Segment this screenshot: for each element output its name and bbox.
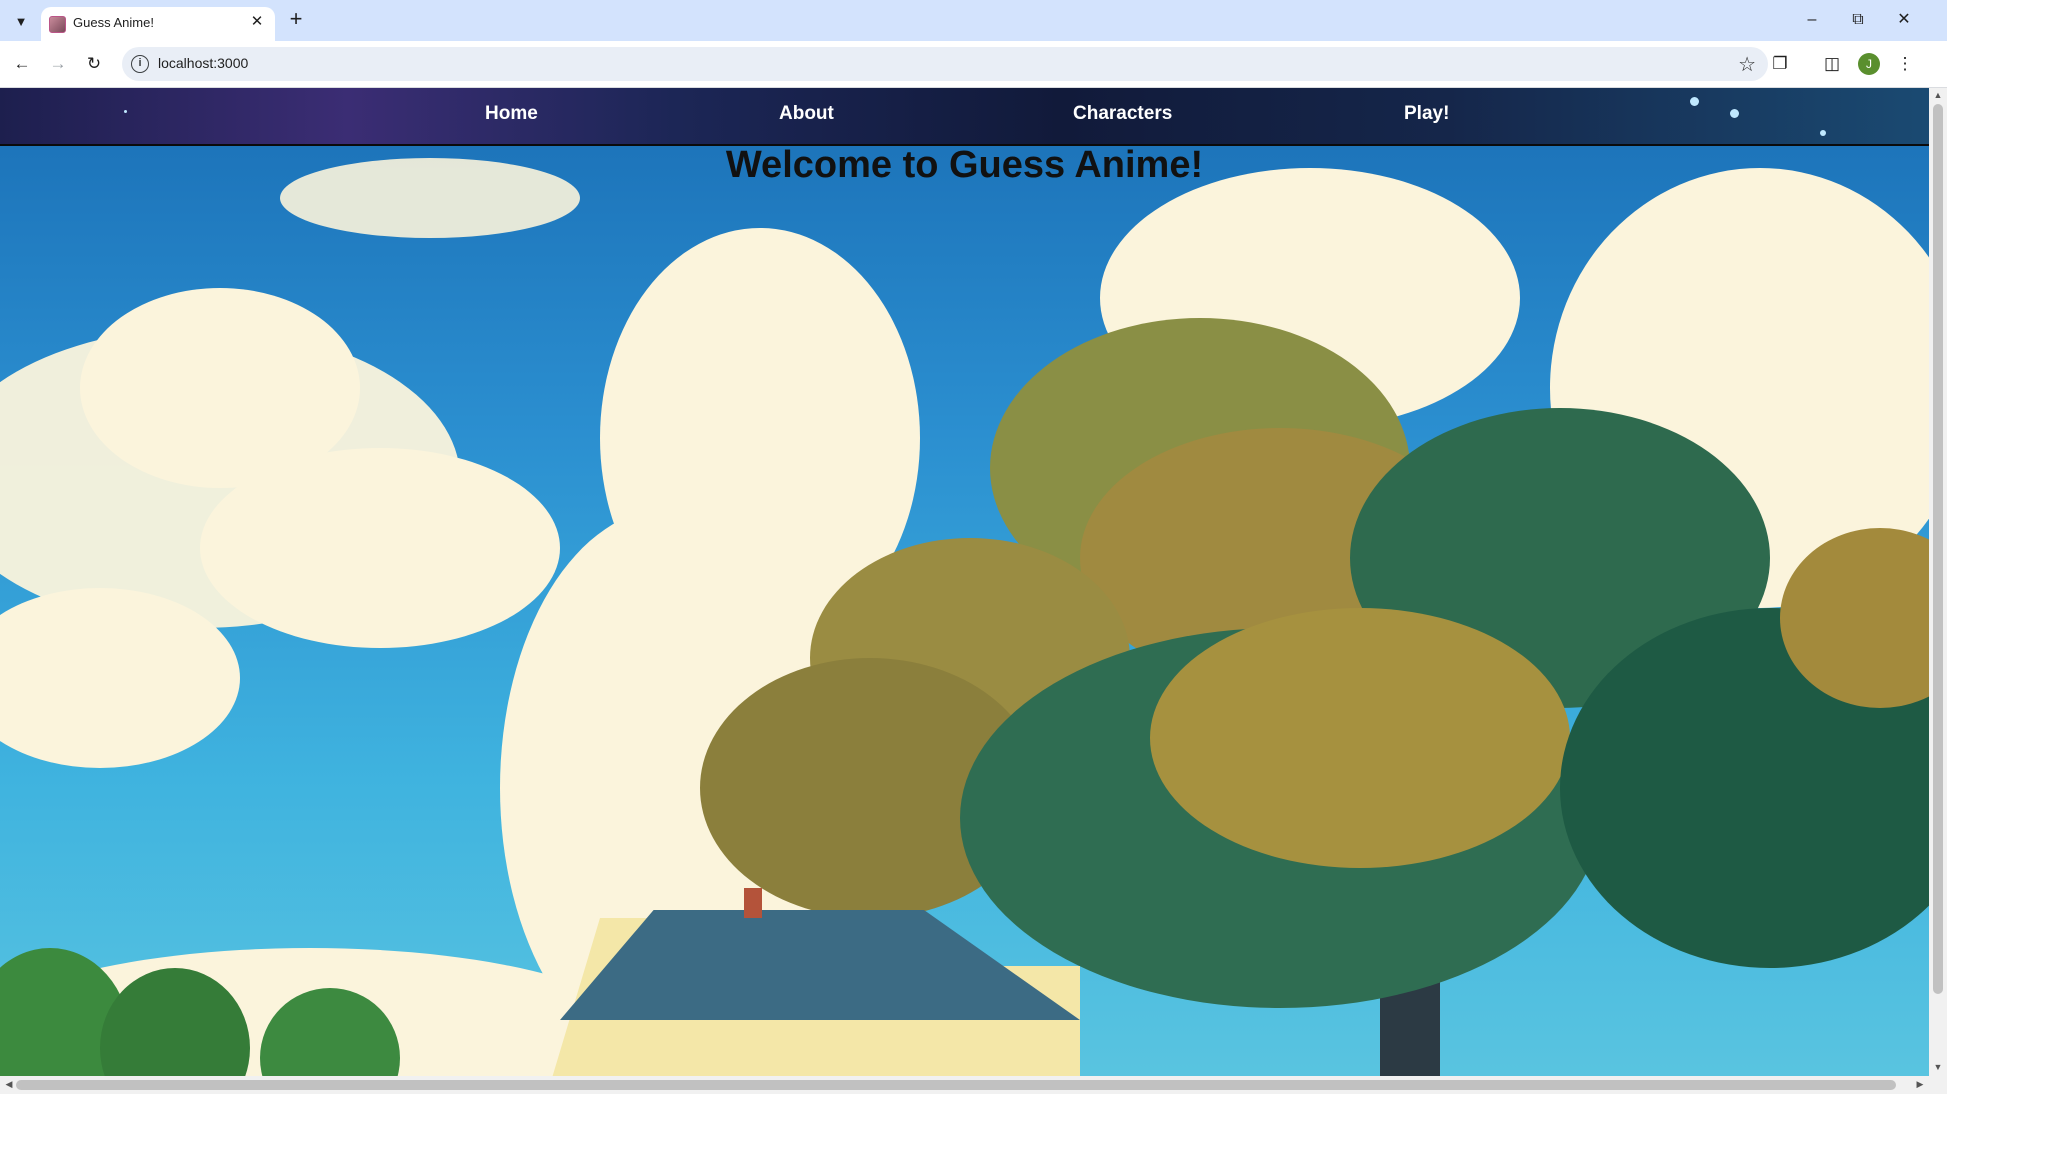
scroll-right-icon[interactable]: ▶ [1911,1079,1929,1090]
avatar[interactable]: J [1858,53,1880,75]
side-panel-icon[interactable]: ◫ [1820,52,1844,76]
tree-foliage [1150,608,1570,868]
nav-home[interactable]: Home [485,103,538,125]
close-icon[interactable]: ✕ [247,12,267,32]
page-viewport: Home About Characters Play! Welcome to G… [0,88,1929,1076]
star-decoration [124,110,127,113]
back-arrow-icon[interactable]: ← [10,52,34,76]
kebab-menu-icon[interactable]: ⋮ [1893,52,1917,76]
star-decoration [1690,97,1699,106]
star-decoration [1730,109,1739,118]
nav-characters[interactable]: Characters [1073,103,1172,125]
browser-toolbar: ← → ↻ i localhost:3000 ☆ ❐ ◫ J ⋮ [0,41,1947,88]
tab-strip: ▼ Guess Anime! ✕ + – ⧉ ✕ [0,0,1947,41]
favicon-icon [49,16,66,33]
nav-play[interactable]: Play! [1404,103,1449,125]
forward-arrow-icon[interactable]: → [46,52,70,76]
vertical-scroll-thumb[interactable] [1933,104,1943,994]
puzzle-icon[interactable]: ❐ [1768,52,1792,76]
browser-window: ▼ Guess Anime! ✕ + – ⧉ ✕ ← → ↻ i localho… [0,0,1947,1094]
scroll-down-icon[interactable]: ▼ [1929,1062,1947,1072]
url-text[interactable]: localhost:3000 [158,55,248,71]
address-bar[interactable]: i localhost:3000 ☆ [122,47,1768,81]
chimney [744,888,762,918]
chevron-down-icon[interactable]: ▼ [9,9,33,33]
vertical-scrollbar[interactable]: ▲ ▼ [1929,88,1947,1076]
window-close-icon[interactable]: ✕ [1884,6,1924,34]
horizontal-scroll-thumb[interactable] [16,1080,1896,1090]
star-decoration [1820,130,1826,136]
cloud [200,448,560,648]
tab-title: Guess Anime! [73,15,154,30]
nav-about[interactable]: About [779,103,834,125]
star-icon[interactable]: ☆ [1738,52,1756,77]
site-navbar: Home About Characters Play! [0,88,1929,146]
reload-icon[interactable]: ↻ [82,52,106,76]
info-icon[interactable]: i [131,55,149,73]
scroll-up-icon[interactable]: ▲ [1929,90,1947,100]
horizontal-scrollbar[interactable]: ◀ ▶ [0,1076,1947,1094]
restore-icon[interactable]: ⧉ [1838,6,1878,34]
browser-tab[interactable]: Guess Anime! ✕ [41,7,275,41]
plus-icon[interactable]: + [284,8,308,32]
page-title: Welcome to Guess Anime! [725,144,1204,186]
minimize-icon[interactable]: – [1792,6,1832,34]
